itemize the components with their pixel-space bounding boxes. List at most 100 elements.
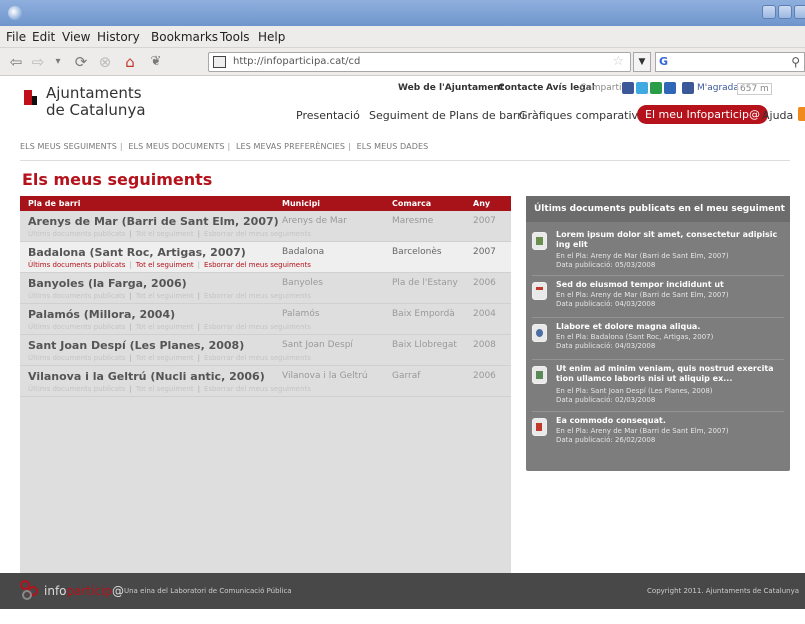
- footer-tagline: Una eina del Laboratori de Comunicació P…: [124, 587, 292, 595]
- column-any[interactable]: Any: [473, 199, 490, 208]
- action-esborrar[interactable]: Esborrar del meus seguiments: [204, 385, 311, 393]
- nav-el-meu-infoparticipa[interactable]: El meu Infoparticip@: [637, 105, 768, 124]
- address-bar[interactable]: http://infoparticipa.cat/cd ☆: [208, 52, 631, 72]
- rss-icon[interactable]: [798, 107, 805, 121]
- table-row[interactable]: Arenys de Mar (Barri de Sant Elm, 2007) …: [20, 211, 511, 242]
- tab-dades[interactable]: ELS MEUS DADES: [357, 142, 429, 151]
- action-esborrar[interactable]: Esborrar del meus seguiments: [204, 354, 311, 362]
- action-ultims-documents[interactable]: Últims documents publicats: [28, 385, 125, 393]
- document-title[interactable]: Sed do eiusmod tempor incididunt ut: [556, 280, 782, 290]
- like-label[interactable]: M'agrada: [697, 83, 739, 93]
- row-name[interactable]: Arenys de Mar (Barri de Sant Elm, 2007): [28, 215, 279, 228]
- table-row[interactable]: Vilanova i la Geltrú (Nucli antic, 2006)…: [20, 366, 511, 397]
- document-date: Data publicació: 04/03/2008: [556, 342, 656, 350]
- menu-file[interactable]: File: [6, 30, 26, 44]
- link-web-ajuntament[interactable]: Web de l'Ajuntament: [398, 83, 504, 93]
- action-tot-seguiment[interactable]: Tot el seguiment: [136, 323, 194, 331]
- share-icon[interactable]: [650, 82, 662, 94]
- share-label: Compartir:: [580, 83, 629, 93]
- row-name[interactable]: Sant Joan Despí (Les Planes, 2008): [28, 339, 244, 352]
- nav-ajuda[interactable]: Ajuda: [762, 109, 793, 122]
- document-title[interactable]: Lorem ipsum dolor sit amet, consectetur …: [556, 230, 782, 250]
- search-icon[interactable]: ⚲: [791, 55, 800, 69]
- action-ultims-documents[interactable]: Últims documents publicats: [28, 261, 125, 269]
- back-arrow-icon[interactable]: ⇦: [8, 52, 24, 72]
- action-tot-seguiment[interactable]: Tot el seguiment: [136, 292, 194, 300]
- row-name[interactable]: Badalona (Sant Roc, Artigas, 2007): [28, 246, 246, 259]
- document-item[interactable]: Ea commodo consequat. En el Pla: Areny d…: [532, 416, 784, 456]
- bookmark-star-icon[interactable]: ☆: [612, 54, 624, 69]
- menu-view[interactable]: View: [62, 30, 90, 44]
- infoparticipa-logo-icon: [20, 580, 42, 600]
- action-esborrar[interactable]: Esborrar del meus seguiments: [204, 323, 311, 331]
- tab-preferencies[interactable]: LES MEVAS PREFERÈNCIES: [236, 142, 345, 151]
- row-name[interactable]: Vilanova i la Geltrú (Nucli antic, 2006): [28, 370, 265, 383]
- column-comarca[interactable]: Comarca: [392, 199, 431, 208]
- action-tot-seguiment[interactable]: Tot el seguiment: [136, 261, 194, 269]
- menu-history[interactable]: History: [97, 30, 140, 44]
- site-logo[interactable]: Ajuntaments de Catalunya: [46, 85, 146, 119]
- table-row[interactable]: Sant Joan Despí (Les Planes, 2008) Sant …: [20, 335, 511, 366]
- menu-help[interactable]: Help: [258, 30, 285, 44]
- nav-seguiment[interactable]: Seguiment de Plans de barri: [369, 109, 525, 122]
- row-any: 2008: [473, 340, 496, 350]
- action-esborrar[interactable]: Esborrar del meus seguiments: [204, 230, 311, 238]
- row-name[interactable]: Banyoles (la Farga, 2006): [28, 277, 187, 290]
- facebook-icon[interactable]: [622, 82, 634, 94]
- like-icon[interactable]: [682, 82, 694, 94]
- action-ultims-documents[interactable]: Últims documents publicats: [28, 323, 125, 331]
- row-name[interactable]: Palamós (Millora, 2004): [28, 308, 175, 321]
- action-ultims-documents[interactable]: Últims documents publicats: [28, 292, 125, 300]
- forward-arrow-icon[interactable]: ⇨: [30, 52, 46, 72]
- document-title[interactable]: Ut enim ad minim veniam, quis nostrud ex…: [556, 364, 782, 384]
- reload-icon[interactable]: ⟳: [72, 52, 90, 72]
- address-url[interactable]: http://infoparticipa.cat/cd: [233, 56, 360, 67]
- home-icon[interactable]: ⌂: [120, 52, 140, 72]
- latest-documents-panel: Últims documents publicats en el meu seg…: [526, 196, 790, 471]
- nav-presentacio[interactable]: Presentació: [296, 109, 360, 122]
- menu-bookmarks[interactable]: Bookmarks: [151, 30, 218, 44]
- stop-icon[interactable]: ⊗: [96, 52, 114, 72]
- document-title[interactable]: Ea commodo consequat.: [556, 416, 782, 426]
- extension-icon[interactable]: ❦: [146, 52, 166, 72]
- document-item[interactable]: Llabore et dolore magna aliqua. En el Pl…: [532, 322, 784, 360]
- minimize-button[interactable]: [762, 5, 776, 19]
- row-any: 2007: [473, 247, 496, 257]
- tab-documents[interactable]: ELS MEUS DOCUMENTS: [128, 142, 224, 151]
- search-field[interactable]: G ⚲: [655, 52, 805, 72]
- table-header: Pla de barri Municipi Comarca Any: [20, 196, 511, 211]
- action-ultims-documents[interactable]: Últims documents publicats: [28, 354, 125, 362]
- menu-tools[interactable]: Tools: [220, 30, 250, 44]
- action-tot-seguiment[interactable]: Tot el seguiment: [136, 354, 194, 362]
- footer-brand[interactable]: infoparticip@: [44, 584, 124, 598]
- document-item[interactable]: Sed do eiusmod tempor incididunt ut En e…: [532, 280, 784, 318]
- column-pla-de-barri[interactable]: Pla de barri: [28, 199, 80, 208]
- document-item[interactable]: Ut enim ad minim veniam, quis nostrud ex…: [532, 364, 784, 412]
- close-window-button[interactable]: [794, 5, 805, 19]
- table-row[interactable]: Badalona (Sant Roc, Artigas, 2007) Badal…: [20, 242, 511, 273]
- search-engine-icon[interactable]: G: [659, 55, 668, 68]
- link-contacte[interactable]: Contacte: [498, 83, 543, 93]
- nav-grafiques[interactable]: Gràfiques comparatives: [519, 109, 651, 122]
- row-any: 2006: [473, 371, 496, 381]
- document-title[interactable]: Llabore et dolore magna aliqua.: [556, 322, 782, 332]
- table-row[interactable]: Banyoles (la Farga, 2006) Banyoles Pla d…: [20, 273, 511, 304]
- url-dropdown-icon[interactable]: ▼: [633, 52, 651, 72]
- menu-edit[interactable]: Edit: [32, 30, 55, 44]
- row-comarca: Baix Empordà: [392, 309, 455, 319]
- row-municipi: Sant Joan Despí: [282, 340, 353, 350]
- action-tot-seguiment[interactable]: Tot el seguiment: [136, 230, 194, 238]
- action-esborrar[interactable]: Esborrar del meus seguiments: [204, 292, 311, 300]
- history-dropdown-icon[interactable]: ▾: [52, 52, 64, 72]
- row-any: 2004: [473, 309, 496, 319]
- action-ultims-documents[interactable]: Últims documents publicats: [28, 230, 125, 238]
- table-row[interactable]: Palamós (Millora, 2004) Palamós Baix Emp…: [20, 304, 511, 335]
- delicious-icon[interactable]: [664, 82, 676, 94]
- document-item[interactable]: Lorem ipsum dolor sit amet, consectetur …: [532, 230, 784, 276]
- column-municipi[interactable]: Municipi: [282, 199, 320, 208]
- tab-seguiments[interactable]: ELS MEUS SEGUIMENTS: [20, 142, 117, 151]
- maximize-button[interactable]: [778, 5, 792, 19]
- action-tot-seguiment[interactable]: Tot el seguiment: [136, 385, 194, 393]
- twitter-icon[interactable]: [636, 82, 648, 94]
- action-esborrar[interactable]: Esborrar del meus seguiments: [204, 261, 311, 269]
